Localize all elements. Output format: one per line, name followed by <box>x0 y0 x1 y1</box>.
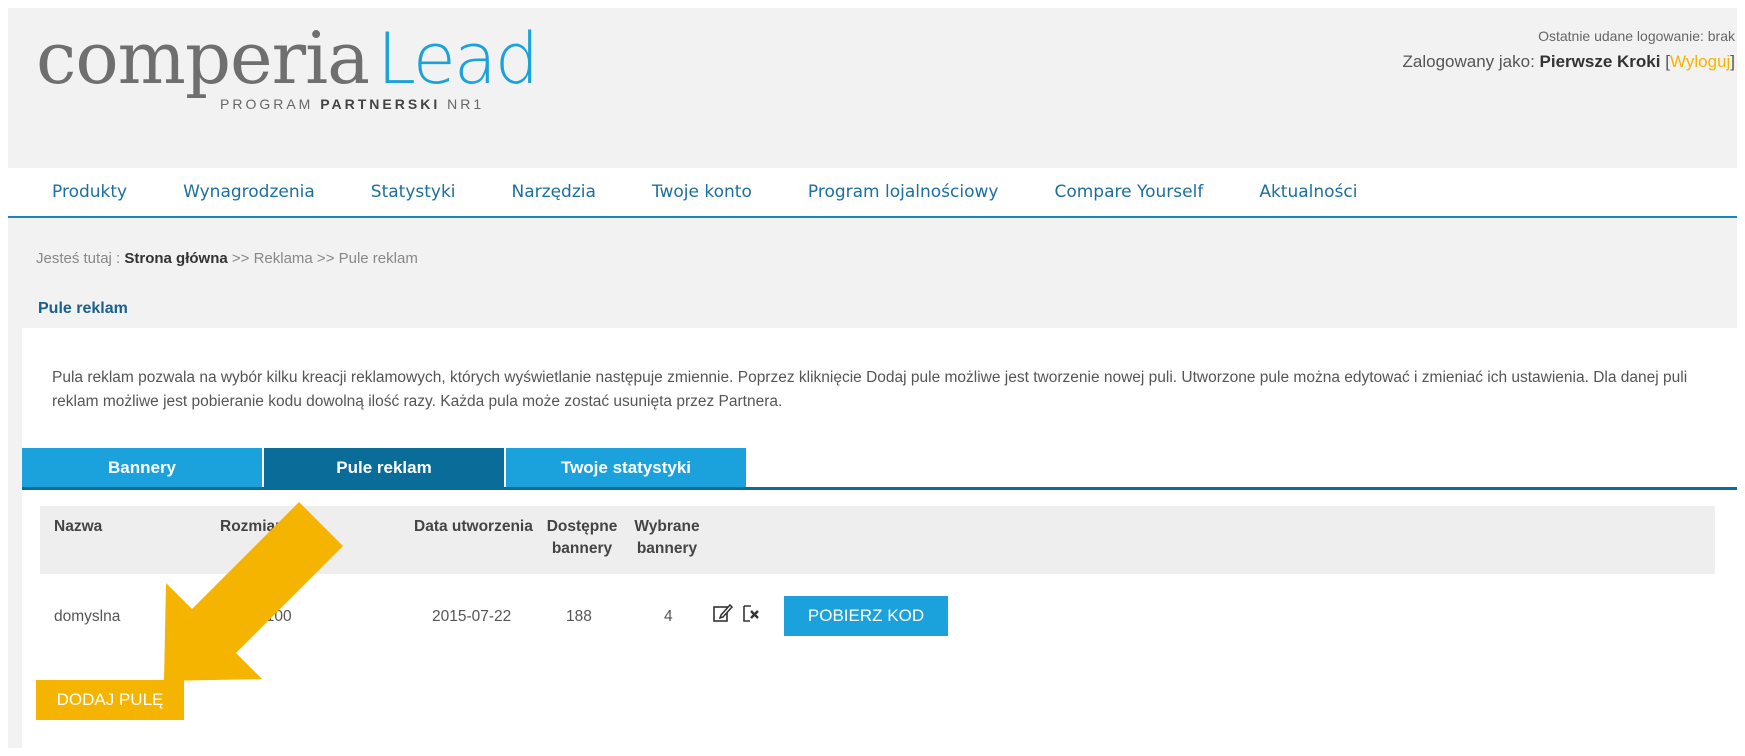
nav-item-statystyki[interactable]: Statystyki <box>371 182 456 202</box>
main-nav: Produkty Wynagrodzenia Statystyki Narzęd… <box>8 168 1737 218</box>
logo-subtitle: PROGRAM PARTNERSKI NR1 <box>220 96 484 112</box>
last-login-text: Ostatnie udane logowanie: brak <box>1538 28 1735 44</box>
nav-item-aktualnosci[interactable]: Aktualności <box>1259 182 1357 202</box>
add-pool-button[interactable]: DODAJ PULĘ <box>36 680 184 720</box>
row-size: x100 <box>258 608 292 625</box>
breadcrumb-home[interactable]: Strona główna <box>124 250 227 267</box>
nav-item-twoje-konto[interactable]: Twoje konto <box>652 182 752 202</box>
col-header-created[interactable]: Data utworzenia <box>414 516 533 538</box>
col-header-available-line1: Dostępne <box>546 518 618 535</box>
row-created: 2015-07-22 <box>432 608 512 625</box>
logout-link[interactable]: Wyloguj <box>1670 52 1730 71</box>
col-header-selected-line2: bannery <box>636 540 698 557</box>
logout-bracket-close: ] <box>1730 52 1735 71</box>
panel-content: Pula reklam pozwala na wybór kilku kreac… <box>22 328 1737 748</box>
logo-main-text: comperia <box>36 16 370 100</box>
col-header-selected[interactable]: Wybrane bannery <box>632 516 702 560</box>
nav-item-narzedzia[interactable]: Narzędzia <box>512 182 596 202</box>
nav-item-wynagrodzenia[interactable]: Wynagrodzenia <box>183 182 315 202</box>
breadcrumb: Jesteś tutaj : Strona główna >> Reklama … <box>36 250 418 267</box>
col-header-selected-line1: Wybrane <box>634 518 700 535</box>
panel-title: Pule reklam <box>22 290 1737 328</box>
logo-sub-bold: PARTNERSKI <box>320 96 441 112</box>
panel-description: Pula reklam pozwala na wybór kilku kreac… <box>52 369 1688 410</box>
logo-sub-suffix: NR1 <box>440 96 485 112</box>
logo-sub-prefix: PROGRAM <box>220 96 321 112</box>
breadcrumb-prefix: Jesteś tutaj : <box>36 250 125 267</box>
logged-as-prefix: Zalogowany jako: <box>1402 52 1540 71</box>
row-available: 188 <box>566 608 592 625</box>
delete-icon[interactable] <box>740 602 762 624</box>
tab-pule-reklam[interactable]: Pule reklam <box>264 448 504 487</box>
nav-item-program-lojalnosciowy[interactable]: Program lojalnościowy <box>808 182 999 202</box>
table-header: Nazwa Rozmiar Data utworzenia Dostępne b… <box>40 506 1715 574</box>
col-header-available-line2: bannery <box>551 540 613 557</box>
login-info: Ostatnie udane logowanie: brak Zalogowan… <box>1403 28 1736 72</box>
logout-bracket-open: [ <box>1660 52 1670 71</box>
tab-twoje-statystyki[interactable]: Twoje statystyki <box>506 448 746 487</box>
row-selected: 4 <box>664 608 673 625</box>
tab-bar: Bannery Pule reklam Twoje statystyki <box>22 448 1737 490</box>
get-code-button[interactable]: POBIERZ KOD <box>784 596 948 636</box>
nav-item-produkty[interactable]: Produkty <box>52 182 127 202</box>
col-header-name[interactable]: Nazwa <box>54 516 102 538</box>
user-name: Pierwsze Kroki <box>1539 52 1661 71</box>
col-header-available[interactable]: Dostępne bannery <box>544 516 620 560</box>
table-row: domyslna x100 2015-07-22 188 4 POBIERZ K… <box>40 588 1715 648</box>
logo-accent-text: Lead <box>377 18 539 100</box>
nav-item-compare-yourself[interactable]: Compare Yourself <box>1054 182 1203 202</box>
col-header-size[interactable]: Rozmiar <box>220 516 281 538</box>
edit-icon[interactable] <box>712 602 734 624</box>
row-name: domyslna <box>54 608 121 625</box>
breadcrumb-rest: >> Reklama >> Pule reklam <box>227 250 418 267</box>
tab-bannery[interactable]: Bannery <box>22 448 262 487</box>
comperia-lead-logo[interactable]: comperia Lead PROGRAM PARTNERSKI NR1 <box>36 16 539 112</box>
logged-as-line: Zalogowany jako: Pierwsze Kroki [Wyloguj… <box>1403 52 1736 72</box>
